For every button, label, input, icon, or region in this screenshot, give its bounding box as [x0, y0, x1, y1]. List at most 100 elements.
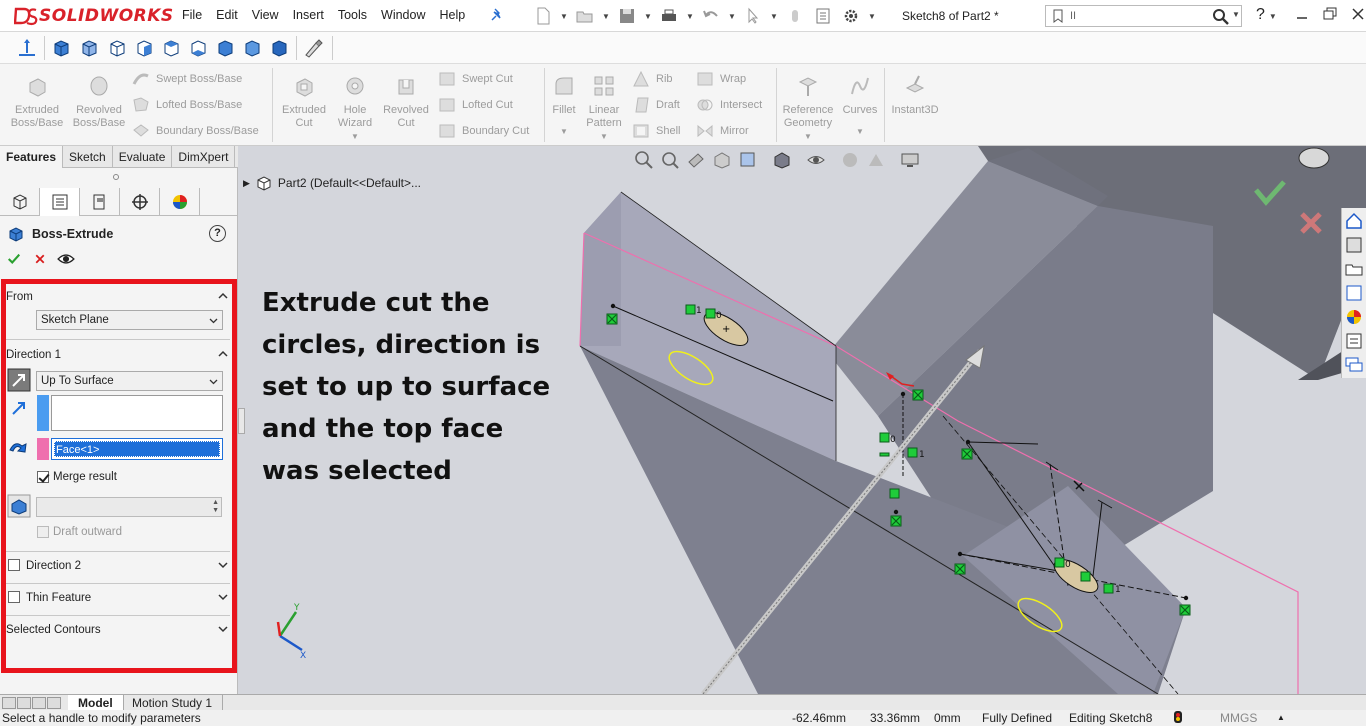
lofted-cut-button[interactable]: Lofted Cut — [438, 96, 513, 114]
mirror-button[interactable]: Mirror — [696, 122, 749, 140]
print-icon[interactable] — [658, 6, 680, 26]
save-icon[interactable] — [616, 6, 638, 26]
open-folder-icon[interactable] — [574, 6, 596, 26]
display-style-icon[interactable] — [772, 150, 792, 170]
menu-window[interactable]: Window — [381, 8, 425, 22]
view-left-icon[interactable] — [106, 37, 128, 59]
revolved-boss-button[interactable]: Revolved Boss/Base — [70, 74, 128, 130]
lofted-boss-button[interactable]: Lofted Boss/Base — [132, 96, 242, 114]
minimize-icon[interactable] — [1294, 6, 1310, 22]
undo-icon[interactable] — [700, 6, 722, 26]
spin-arrows-icon[interactable]: ▲ ▼ — [212, 499, 219, 515]
normal-to-icon[interactable] — [16, 37, 38, 59]
rebuild-icon[interactable] — [784, 6, 806, 26]
thin-feature-checkbox[interactable] — [8, 591, 20, 603]
feature-tree-flyout[interactable]: ▶ Part2 (Default<<Default>... — [243, 174, 421, 192]
select-caret-icon[interactable]: ▼ — [770, 6, 778, 26]
view-isometric-icon[interactable] — [214, 37, 236, 59]
save-caret-icon[interactable]: ▼ — [644, 6, 652, 26]
rib-button[interactable]: Rib — [632, 70, 673, 88]
units-caret-icon[interactable]: ▲ — [1277, 713, 1285, 722]
view-dimetric-icon[interactable] — [268, 37, 290, 59]
view-top-icon[interactable] — [160, 37, 182, 59]
search-input[interactable] — [1070, 8, 1210, 24]
selected-face-item[interactable]: Face<1> — [54, 441, 220, 457]
thin-feature-group-header[interactable]: Thin Feature — [26, 589, 230, 607]
view-orientation-icon[interactable] — [738, 150, 758, 170]
open-caret-icon[interactable]: ▼ — [602, 6, 610, 26]
section-view-icon[interactable] — [712, 150, 732, 170]
file-properties-icon[interactable] — [812, 6, 834, 26]
menu-help[interactable]: Help — [440, 8, 466, 22]
new-caret-icon[interactable]: ▼ — [560, 6, 568, 26]
hole-wizard-button[interactable]: Hole Wizard ▼ — [332, 74, 378, 143]
view-settings-icon[interactable] — [900, 150, 920, 170]
view-back-icon[interactable] — [78, 37, 100, 59]
wrap-button[interactable]: Wrap — [696, 70, 746, 88]
print-caret-icon[interactable]: ▼ — [686, 6, 694, 26]
draft-toggle-icon[interactable] — [7, 494, 31, 518]
apply-scene-icon[interactable] — [866, 150, 886, 170]
search-caret-icon[interactable]: ▼ — [1232, 10, 1240, 19]
menu-insert[interactable]: Insert — [293, 8, 324, 22]
panel-splitter[interactable] — [238, 408, 245, 434]
direction1-group-header[interactable]: Direction 1 — [6, 346, 230, 364]
tab-evaluate[interactable]: Evaluate — [113, 146, 173, 168]
pin-icon[interactable] — [490, 8, 504, 22]
new-document-icon[interactable] — [532, 6, 554, 26]
menu-tools[interactable]: Tools — [338, 8, 367, 22]
hide-show-items-icon[interactable] — [806, 150, 826, 170]
search-box[interactable]: ▼ — [1045, 5, 1242, 27]
file-explorer-icon[interactable] — [1344, 259, 1364, 279]
curves-button[interactable]: Curves ▼ — [840, 74, 880, 138]
tab-motion-study-1[interactable]: Motion Study 1 — [122, 695, 224, 711]
merge-result-checkbox[interactable] — [37, 471, 49, 483]
linear-pattern-button[interactable]: Linear Pattern ▼ — [582, 74, 626, 143]
preview-eye-icon[interactable] — [57, 250, 75, 268]
selected-contours-group-header[interactable]: Selected Contours — [6, 621, 230, 639]
dimxpert-manager-tab[interactable] — [120, 188, 160, 216]
extruded-cut-button[interactable]: Extruded Cut — [278, 74, 330, 130]
tab-model[interactable]: Model — [68, 695, 124, 711]
reverse-direction-icon[interactable] — [7, 368, 31, 392]
feature-manager-tab[interactable] — [0, 188, 40, 216]
swept-cut-button[interactable]: Swept Cut — [438, 70, 513, 88]
draft-angle-field[interactable]: ▲ ▼ — [36, 497, 222, 517]
tab-sketch[interactable]: Sketch — [63, 146, 113, 168]
menu-file[interactable]: File — [182, 8, 202, 22]
design-library-icon[interactable] — [1344, 235, 1364, 255]
shell-button[interactable]: Shell — [632, 122, 680, 140]
instant3d-button[interactable]: Instant3D — [888, 74, 942, 117]
view-right-icon[interactable] — [133, 37, 155, 59]
from-group-header[interactable]: From — [6, 288, 230, 306]
search-scope-icon[interactable] — [1051, 9, 1065, 23]
cancel-x-icon[interactable] — [31, 250, 49, 268]
expand-triangle-icon[interactable]: ▶ — [243, 178, 250, 189]
draft-outward-checkbox[interactable] — [37, 526, 49, 538]
view-trimetric-icon[interactable] — [241, 37, 263, 59]
tab-dimxpert[interactable]: DimXpert — [172, 146, 236, 168]
solidworks-resources-icon[interactable] — [1344, 211, 1364, 231]
sketch-tool-icon[interactable] — [302, 37, 324, 59]
menu-edit[interactable]: Edit — [216, 8, 238, 22]
configuration-manager-tab[interactable] — [80, 188, 120, 216]
reference-geometry-button[interactable]: Reference Geometry ▼ — [780, 74, 836, 143]
boundary-boss-button[interactable]: Boundary Boss/Base — [132, 122, 259, 140]
menu-view[interactable]: View — [252, 8, 279, 22]
direction2-checkbox[interactable] — [8, 559, 20, 571]
rebuild-status-icon[interactable] — [1172, 710, 1184, 726]
tab-features[interactable]: Features — [0, 146, 64, 168]
property-manager-tab[interactable] — [40, 188, 80, 216]
ok-check-icon[interactable] — [5, 250, 23, 268]
face-selection-field[interactable]: Face<1> — [51, 438, 223, 460]
fillet-button[interactable]: Fillet ▼ — [548, 74, 580, 138]
graphics-area[interactable]: + 10 01 01 Y X ▶ Part2 (Default<<Default… — [238, 146, 1366, 694]
zoom-to-fit-icon[interactable] — [634, 150, 654, 170]
forum-icon[interactable] — [1344, 355, 1364, 375]
view-palette-icon[interactable] — [1344, 283, 1364, 303]
custom-properties-icon[interactable] — [1344, 331, 1364, 351]
select-arrow-icon[interactable] — [742, 6, 764, 26]
extruded-boss-button[interactable]: Extruded Boss/Base — [8, 74, 66, 130]
next-tab-icon[interactable] — [32, 697, 46, 709]
options-gear-icon[interactable] — [840, 6, 862, 26]
